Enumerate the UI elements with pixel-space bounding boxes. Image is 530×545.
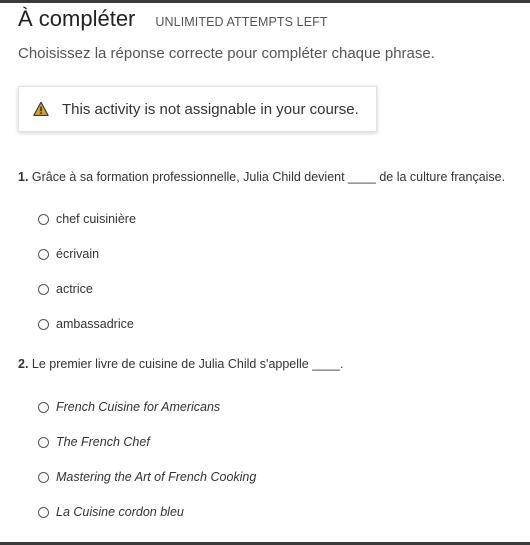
page-title: À compléter	[18, 6, 136, 31]
q1-option-actrice[interactable]: actrice	[38, 282, 93, 296]
activity-header: À compléter UNLIMITED ATTEMPTS LEFT	[18, 6, 328, 32]
q2-option-french-cuisine-for-americans[interactable]: French Cuisine for Americans	[38, 400, 220, 414]
q1-option-chef-cuisiniere[interactable]: chef cuisinière	[38, 212, 136, 226]
radio-button[interactable]	[38, 471, 49, 483]
option-label: The French Chef	[56, 435, 150, 449]
radio-button[interactable]	[38, 248, 49, 260]
option-label: ambassadrice	[56, 317, 134, 331]
question-number: 2.	[18, 357, 29, 371]
q2-option-mastering-the-art[interactable]: Mastering the Art of French Cooking	[38, 470, 256, 484]
top-border	[0, 0, 530, 3]
option-label: chef cuisinière	[56, 212, 136, 226]
option-label: actrice	[56, 282, 93, 296]
radio-button[interactable]	[38, 506, 49, 518]
radio-button[interactable]	[38, 436, 49, 448]
radio-button[interactable]	[38, 318, 49, 330]
not-assignable-notice: This activity is not assignable in your …	[18, 86, 377, 132]
option-label: écrivain	[56, 247, 100, 261]
notice-text: This activity is not assignable in your …	[62, 100, 359, 118]
question-text: Grâce à sa formation professionnelle, Ju…	[31, 170, 506, 184]
q1-option-ambassadrice[interactable]: ambassadrice	[38, 317, 134, 331]
attempts-remaining-label: UNLIMITED ATTEMPTS LEFT	[155, 15, 328, 29]
radio-button[interactable]	[38, 401, 49, 413]
q1-option-ecrivain[interactable]: écrivain	[38, 247, 99, 261]
q2-option-la-cuisine-cordon-bleu[interactable]: La Cuisine cordon bleu	[38, 505, 184, 519]
option-label: La Cuisine cordon bleu	[56, 505, 184, 519]
question-2: 2. Le premier livre de cuisine de Julia …	[18, 357, 344, 371]
option-label: French Cuisine for Americans	[56, 400, 221, 414]
question-number: 1.	[18, 170, 29, 184]
radio-button[interactable]	[38, 283, 49, 295]
option-label: Mastering the Art of French Cooking	[56, 470, 257, 484]
warning-icon	[33, 101, 49, 117]
question-1: 1. Grâce à sa formation professionnelle,…	[18, 170, 505, 184]
question-text: Le premier livre de cuisine de Julia Chi…	[31, 357, 344, 371]
radio-button[interactable]	[38, 213, 49, 225]
instructions-text: Choisissez la réponse correcte pour comp…	[18, 45, 435, 62]
q2-option-the-french-chef[interactable]: The French Chef	[38, 435, 150, 449]
